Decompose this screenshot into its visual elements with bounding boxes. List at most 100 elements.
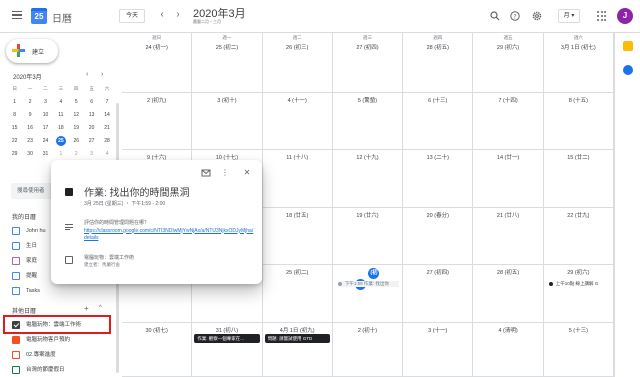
mini-day[interactable]: 7 <box>99 97 114 107</box>
day-cell[interactable]: 22 (廿九) <box>543 208 614 265</box>
day-cell[interactable]: 25 (初二) <box>262 265 333 323</box>
mini-day[interactable]: 23 <box>22 136 37 146</box>
calendar-item[interactable]: 電腦玩物客戶預約 <box>12 335 70 345</box>
day-cell[interactable]: 3 (十一) <box>403 323 474 377</box>
day-cell[interactable]: 18 (廿五) <box>262 208 333 265</box>
mini-day[interactable]: 12 <box>69 110 84 120</box>
mini-day[interactable]: 30 <box>22 149 37 159</box>
mini-day[interactable]: 3 <box>84 149 99 159</box>
event-chip[interactable]: 作業: 觀察一個專家在... <box>194 334 260 343</box>
mini-day[interactable]: 25 <box>55 136 66 146</box>
calendar-item[interactable]: 家庭 <box>12 256 37 266</box>
mini-day[interactable]: 9 <box>22 110 37 120</box>
email-icon[interactable] <box>201 168 211 178</box>
event-chip[interactable]: 問題: 請嘗試使用 GTD <box>264 334 330 343</box>
mini-day[interactable]: 28 <box>99 136 114 146</box>
day-cell[interactable]: 2 (初十) <box>332 323 404 377</box>
day-cell[interactable]: 15 (廿二) <box>543 150 614 208</box>
mini-day[interactable]: 13 <box>84 110 99 120</box>
mini-day[interactable]: 2 <box>22 97 37 107</box>
add-calendar-icon[interactable]: + <box>84 304 89 313</box>
calendar-item[interactable]: 02.專案進度 <box>12 350 56 360</box>
mini-day[interactable]: 2 <box>69 149 84 159</box>
calendar-item[interactable]: Tasks <box>12 286 40 296</box>
day-cell[interactable]: 2 (初九) <box>122 93 193 150</box>
classroom-link[interactable]: https://classroom.google.com/c/NTI3NDIwM… <box>84 228 254 243</box>
mini-day[interactable]: 15 <box>7 123 22 133</box>
mini-day[interactable]: 22 <box>7 136 22 146</box>
mini-day[interactable]: 6 <box>84 97 99 107</box>
day-cell[interactable]: 21 (廿八) <box>473 208 544 265</box>
day-cell[interactable]: 週三 27 (初四) <box>332 33 404 93</box>
day-cell[interactable]: 3 (初十) <box>192 93 263 150</box>
help-icon[interactable]: ? <box>510 11 520 21</box>
day-cell[interactable]: 4月 1日 (初九) 問題: 請嘗試使用 GTD <box>262 323 333 377</box>
close-icon[interactable]: ✕ <box>242 168 252 178</box>
day-cell[interactable]: 8 (十五) <box>543 93 614 150</box>
calendar-checkbox[interactable] <box>12 227 20 235</box>
day-cell[interactable]: 6 (十三) <box>403 93 474 150</box>
mini-day[interactable]: 19 <box>69 123 84 133</box>
view-switcher-button[interactable]: 月 ▾ <box>558 9 580 23</box>
day-cell[interactable]: 28 (初五) <box>473 265 544 323</box>
mini-next-button[interactable]: › <box>101 71 103 78</box>
day-cell[interactable]: 週日 24 (初一) <box>122 33 193 93</box>
mini-day[interactable]: 10 <box>38 110 53 120</box>
today-button[interactable]: 今天 <box>119 9 145 23</box>
tasks-icon[interactable] <box>623 65 633 75</box>
day-cell[interactable]: 11 (十八) <box>262 150 333 208</box>
day-cell[interactable]: 25(初二)下午1:59 作業: 找出你 <box>332 265 404 323</box>
calendar-item[interactable]: 生日 <box>12 241 37 251</box>
other-calendars-title[interactable]: 其他日曆 <box>12 306 36 315</box>
event-item[interactable]: 上午10點 線上講解 G <box>548 281 598 287</box>
mini-day[interactable]: 26 <box>69 136 84 146</box>
mini-day[interactable]: 18 <box>53 123 68 133</box>
collapse-icon[interactable]: ^ <box>99 305 102 311</box>
calendar-checkbox[interactable] <box>12 287 20 295</box>
mini-day[interactable]: 3 <box>38 97 53 107</box>
apps-grid-icon[interactable] <box>597 11 607 21</box>
mini-day[interactable]: 17 <box>38 123 53 133</box>
calendar-checkbox[interactable] <box>12 351 20 359</box>
search-icon[interactable] <box>490 11 500 21</box>
calendar-item[interactable]: 提醒 <box>12 271 37 281</box>
day-cell[interactable]: 4 (清明) <box>473 323 544 377</box>
day-cell[interactable]: 14 (廿一) <box>473 150 544 208</box>
mini-day[interactable]: 4 <box>99 149 114 159</box>
day-cell[interactable]: 12 (十九) <box>332 150 404 208</box>
keep-icon[interactable] <box>623 41 633 51</box>
day-cell[interactable]: 週四 28 (初五) <box>403 33 474 93</box>
mini-day[interactable]: 31 <box>38 149 53 159</box>
mini-day[interactable]: 4 <box>53 97 68 107</box>
day-cell[interactable]: 5 (驚蟄) <box>332 93 404 150</box>
day-cell[interactable]: 週五 29 (初六) <box>473 33 544 93</box>
my-calendars-title[interactable]: 我的日曆 <box>12 212 36 221</box>
day-cell[interactable]: 週二 26 (初三) <box>262 33 333 93</box>
mini-day[interactable]: 29 <box>7 149 22 159</box>
mini-day[interactable]: 14 <box>99 110 114 120</box>
day-cell[interactable]: 5 (十三) <box>543 323 614 377</box>
account-avatar[interactable]: J <box>617 8 633 24</box>
day-cell[interactable]: 31 (初八) 作業: 觀察一個專家在... <box>192 323 263 377</box>
mini-day[interactable]: 16 <box>22 123 37 133</box>
day-cell[interactable]: 20 (春分) <box>403 208 474 265</box>
day-cell[interactable]: 27 (初四) <box>403 265 474 323</box>
calendar-item[interactable]: John hu <box>12 226 46 236</box>
mini-day[interactable]: 5 <box>69 97 84 107</box>
prev-month-button[interactable]: ‹ <box>156 9 168 21</box>
day-cell[interactable]: 週六 3月 1日 (初七) <box>543 33 614 93</box>
calendar-checkbox[interactable] <box>12 366 20 374</box>
day-cell[interactable]: 19 (廿六) <box>332 208 404 265</box>
calendar-checkbox[interactable] <box>12 242 20 250</box>
day-cell[interactable]: 7 (十四) <box>473 93 544 150</box>
calendar-checkbox[interactable] <box>12 336 20 344</box>
main-menu-icon[interactable] <box>12 11 22 19</box>
event-item[interactable]: 下午1:59 作業: 找出你 <box>337 281 400 287</box>
mini-day[interactable]: 11 <box>53 110 68 120</box>
day-cell[interactable]: 4 (十一) <box>262 93 333 150</box>
more-options-icon[interactable]: ⋮ <box>220 168 230 178</box>
mini-day[interactable]: 1 <box>53 149 68 159</box>
mini-day[interactable]: 21 <box>99 123 114 133</box>
mini-day[interactable]: 8 <box>7 110 22 120</box>
mini-day[interactable]: 24 <box>38 136 53 146</box>
